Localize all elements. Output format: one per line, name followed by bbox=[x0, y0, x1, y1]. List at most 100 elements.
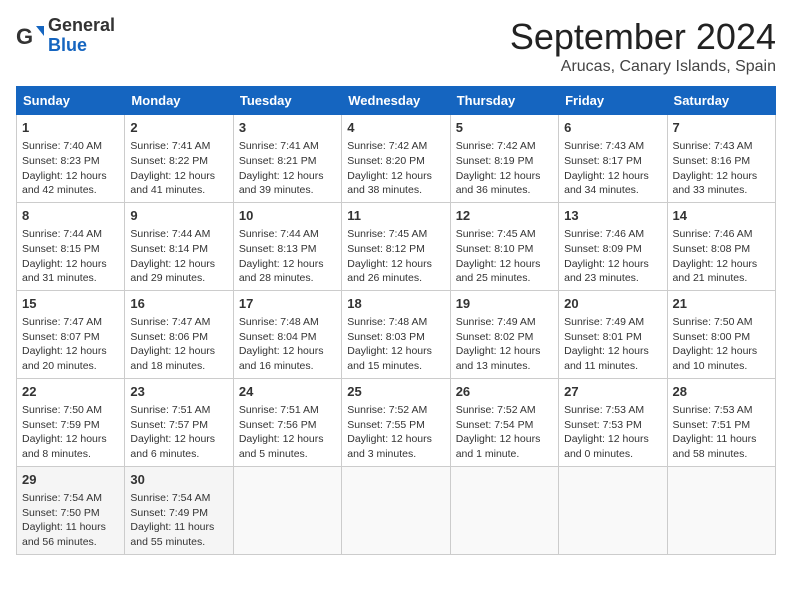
table-row: 17Sunrise: 7:48 AMSunset: 8:04 PMDayligh… bbox=[233, 290, 341, 378]
day-info: Sunrise: 7:49 AM bbox=[456, 315, 553, 330]
day-info: Daylight: 12 hours and 15 minutes. bbox=[347, 344, 444, 373]
day-info: Sunset: 8:08 PM bbox=[673, 242, 770, 257]
table-row: 30Sunrise: 7:54 AMSunset: 7:49 PMDayligh… bbox=[125, 466, 233, 554]
day-info: Daylight: 11 hours and 56 minutes. bbox=[22, 520, 119, 549]
day-info: Sunset: 7:56 PM bbox=[239, 418, 336, 433]
col-header-tuesday: Tuesday bbox=[233, 87, 341, 115]
day-info: Sunset: 8:02 PM bbox=[456, 330, 553, 345]
col-header-wednesday: Wednesday bbox=[342, 87, 450, 115]
day-number: 6 bbox=[564, 119, 661, 137]
page-header: G General Blue September 2024 Arucas, Ca… bbox=[16, 16, 776, 76]
table-row bbox=[667, 466, 775, 554]
day-info: Sunset: 8:12 PM bbox=[347, 242, 444, 257]
day-number: 24 bbox=[239, 383, 336, 401]
day-info: Sunset: 8:07 PM bbox=[22, 330, 119, 345]
day-info: Sunset: 8:00 PM bbox=[673, 330, 770, 345]
day-info: Sunset: 7:50 PM bbox=[22, 506, 119, 521]
day-info: Daylight: 11 hours and 55 minutes. bbox=[130, 520, 227, 549]
day-number: 28 bbox=[673, 383, 770, 401]
day-info: Sunrise: 7:40 AM bbox=[22, 139, 119, 154]
day-number: 18 bbox=[347, 295, 444, 313]
day-info: Sunrise: 7:54 AM bbox=[22, 491, 119, 506]
table-row: 21 Sunrise: 7:50 AMSunset: 8:00 PMDayligh… bbox=[667, 290, 775, 378]
logo-blue: Blue bbox=[48, 36, 115, 56]
day-info: Sunrise: 7:47 AM bbox=[22, 315, 119, 330]
day-number: 8 bbox=[22, 207, 119, 225]
day-info: Daylight: 12 hours and 8 minutes. bbox=[22, 432, 119, 461]
table-row: 15Sunrise: 7:47 AMSunset: 8:07 PMDayligh… bbox=[17, 290, 125, 378]
col-header-thursday: Thursday bbox=[450, 87, 558, 115]
day-number: 30 bbox=[130, 471, 227, 489]
day-number: 21 bbox=[673, 295, 770, 313]
day-info: Sunrise: 7:48 AM bbox=[239, 315, 336, 330]
day-info: Daylight: 12 hours and 38 minutes. bbox=[347, 169, 444, 198]
day-info: Sunset: 8:21 PM bbox=[239, 154, 336, 169]
day-number: 27 bbox=[564, 383, 661, 401]
day-number: 19 bbox=[456, 295, 553, 313]
table-row: 23Sunrise: 7:51 AMSunset: 7:57 PMDayligh… bbox=[125, 378, 233, 466]
day-info: Sunset: 8:10 PM bbox=[456, 242, 553, 257]
day-info: Daylight: 12 hours and 16 minutes. bbox=[239, 344, 336, 373]
day-info: Sunrise: 7:44 AM bbox=[22, 227, 119, 242]
table-row: 19Sunrise: 7:49 AMSunset: 8:02 PMDayligh… bbox=[450, 290, 558, 378]
day-info: Sunset: 8:15 PM bbox=[22, 242, 119, 257]
day-info: Sunrise: 7:42 AM bbox=[347, 139, 444, 154]
day-info: Daylight: 12 hours and 34 minutes. bbox=[564, 169, 661, 198]
day-info: Sunrise: 7:50 AM bbox=[673, 315, 770, 330]
day-info: Sunrise: 7:49 AM bbox=[564, 315, 661, 330]
day-info: Sunset: 7:53 PM bbox=[564, 418, 661, 433]
day-info: Sunrise: 7:46 AM bbox=[564, 227, 661, 242]
day-info: Daylight: 12 hours and 10 minutes. bbox=[673, 344, 770, 373]
day-info: Daylight: 12 hours and 31 minutes. bbox=[22, 257, 119, 286]
day-info: Daylight: 12 hours and 21 minutes. bbox=[673, 257, 770, 286]
day-info: Daylight: 12 hours and 11 minutes. bbox=[564, 344, 661, 373]
day-info: Daylight: 12 hours and 23 minutes. bbox=[564, 257, 661, 286]
logo: G General Blue bbox=[16, 16, 115, 56]
day-info: Sunset: 7:57 PM bbox=[130, 418, 227, 433]
table-row: 22Sunrise: 7:50 AMSunset: 7:59 PMDayligh… bbox=[17, 378, 125, 466]
day-info: Sunrise: 7:42 AM bbox=[456, 139, 553, 154]
calendar-week-row: 1Sunrise: 7:40 AMSunset: 8:23 PMDaylight… bbox=[17, 115, 776, 203]
day-info: Sunset: 8:09 PM bbox=[564, 242, 661, 257]
table-row: 29Sunrise: 7:54 AMSunset: 7:50 PMDayligh… bbox=[17, 466, 125, 554]
day-info: Sunset: 7:51 PM bbox=[673, 418, 770, 433]
day-info: Daylight: 12 hours and 33 minutes. bbox=[673, 169, 770, 198]
svg-text:G: G bbox=[16, 24, 33, 49]
table-row: 1Sunrise: 7:40 AMSunset: 8:23 PMDaylight… bbox=[17, 115, 125, 203]
day-info: Sunset: 8:23 PM bbox=[22, 154, 119, 169]
table-row: 12Sunrise: 7:45 AMSunset: 8:10 PMDayligh… bbox=[450, 202, 558, 290]
day-info: Sunset: 7:54 PM bbox=[456, 418, 553, 433]
day-info: Daylight: 12 hours and 41 minutes. bbox=[130, 169, 227, 198]
day-info: Sunset: 8:01 PM bbox=[564, 330, 661, 345]
day-number: 17 bbox=[239, 295, 336, 313]
day-info: Daylight: 12 hours and 25 minutes. bbox=[456, 257, 553, 286]
day-info: Daylight: 12 hours and 36 minutes. bbox=[456, 169, 553, 198]
logo-icon: G bbox=[16, 22, 44, 50]
day-info: Sunrise: 7:52 AM bbox=[347, 403, 444, 418]
day-info: Sunrise: 7:51 AM bbox=[239, 403, 336, 418]
day-info: Sunrise: 7:51 AM bbox=[130, 403, 227, 418]
table-row: 27Sunrise: 7:53 AMSunset: 7:53 PMDayligh… bbox=[559, 378, 667, 466]
day-number: 26 bbox=[456, 383, 553, 401]
day-info: Sunset: 7:49 PM bbox=[130, 506, 227, 521]
col-header-friday: Friday bbox=[559, 87, 667, 115]
day-number: 14 bbox=[673, 207, 770, 225]
day-info: Sunset: 8:22 PM bbox=[130, 154, 227, 169]
day-info: Sunrise: 7:47 AM bbox=[130, 315, 227, 330]
table-row: 18Sunrise: 7:48 AMSunset: 8:03 PMDayligh… bbox=[342, 290, 450, 378]
table-row bbox=[450, 466, 558, 554]
table-row bbox=[342, 466, 450, 554]
day-info: Daylight: 12 hours and 26 minutes. bbox=[347, 257, 444, 286]
table-row: 2Sunrise: 7:41 AMSunset: 8:22 PMDaylight… bbox=[125, 115, 233, 203]
table-row: 14Sunrise: 7:46 AMSunset: 8:08 PMDayligh… bbox=[667, 202, 775, 290]
table-row: 25Sunrise: 7:52 AMSunset: 7:55 PMDayligh… bbox=[342, 378, 450, 466]
day-number: 22 bbox=[22, 383, 119, 401]
day-info: Daylight: 12 hours and 1 minute. bbox=[456, 432, 553, 461]
day-info: Sunset: 7:59 PM bbox=[22, 418, 119, 433]
day-info: Daylight: 12 hours and 18 minutes. bbox=[130, 344, 227, 373]
day-number: 9 bbox=[130, 207, 227, 225]
table-row: 8 Sunrise: 7:44 AMSunset: 8:15 PMDaylight… bbox=[17, 202, 125, 290]
day-info: Daylight: 12 hours and 20 minutes. bbox=[22, 344, 119, 373]
day-info: Sunset: 8:06 PM bbox=[130, 330, 227, 345]
day-info: Sunrise: 7:41 AM bbox=[130, 139, 227, 154]
